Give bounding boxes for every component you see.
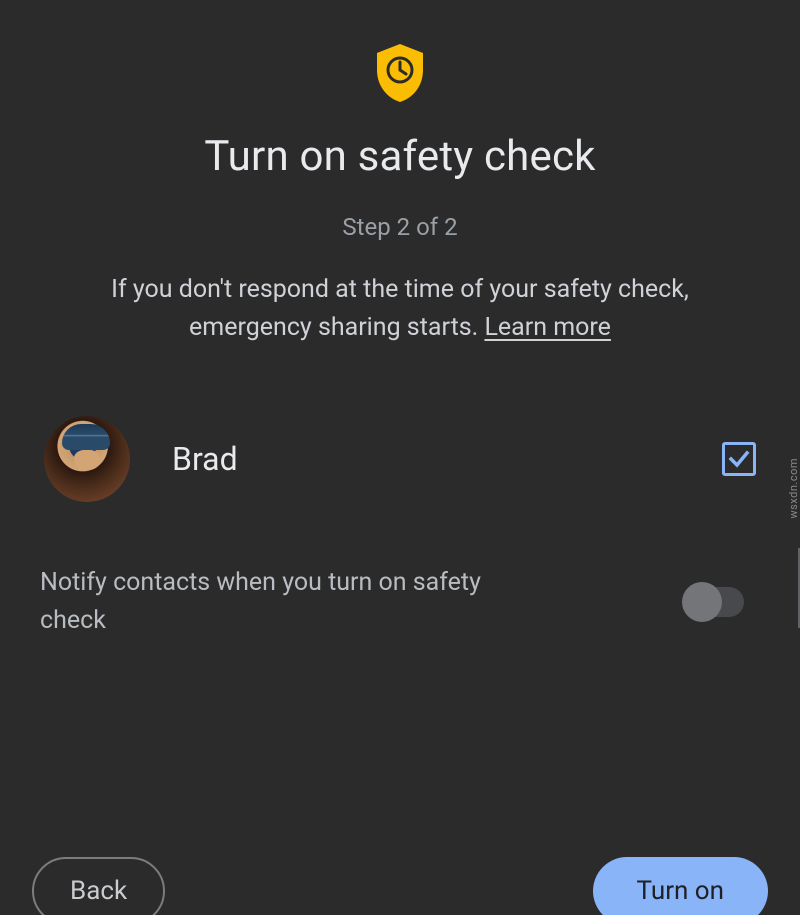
learn-more-link[interactable]: Learn more (484, 313, 610, 342)
step-indicator: Step 2 of 2 (40, 213, 760, 241)
contact-name: Brad (172, 440, 722, 478)
header-icon-wrap (40, 42, 760, 104)
turn-on-button[interactable]: Turn on (593, 857, 768, 915)
notify-toggle-row: Notify contacts when you turn on safety … (40, 564, 760, 639)
contact-checkbox[interactable] (722, 442, 756, 476)
dialog-container: Turn on safety check Step 2 of 2 If you … (0, 0, 800, 915)
shield-clock-icon (373, 42, 427, 104)
notify-toggle-label: Notify contacts when you turn on safety … (40, 564, 520, 639)
button-row: Back Turn on (32, 857, 768, 915)
check-icon (727, 447, 751, 471)
watermark: wsxdn.com (788, 458, 800, 519)
page-title: Turn on safety check (40, 132, 760, 181)
contact-row: Brad (40, 416, 760, 502)
avatar (44, 416, 130, 502)
description-text: If you don't respond at the time of your… (40, 271, 760, 346)
notify-toggle[interactable] (684, 587, 744, 617)
back-button[interactable]: Back (32, 857, 165, 915)
toggle-knob (682, 582, 722, 622)
